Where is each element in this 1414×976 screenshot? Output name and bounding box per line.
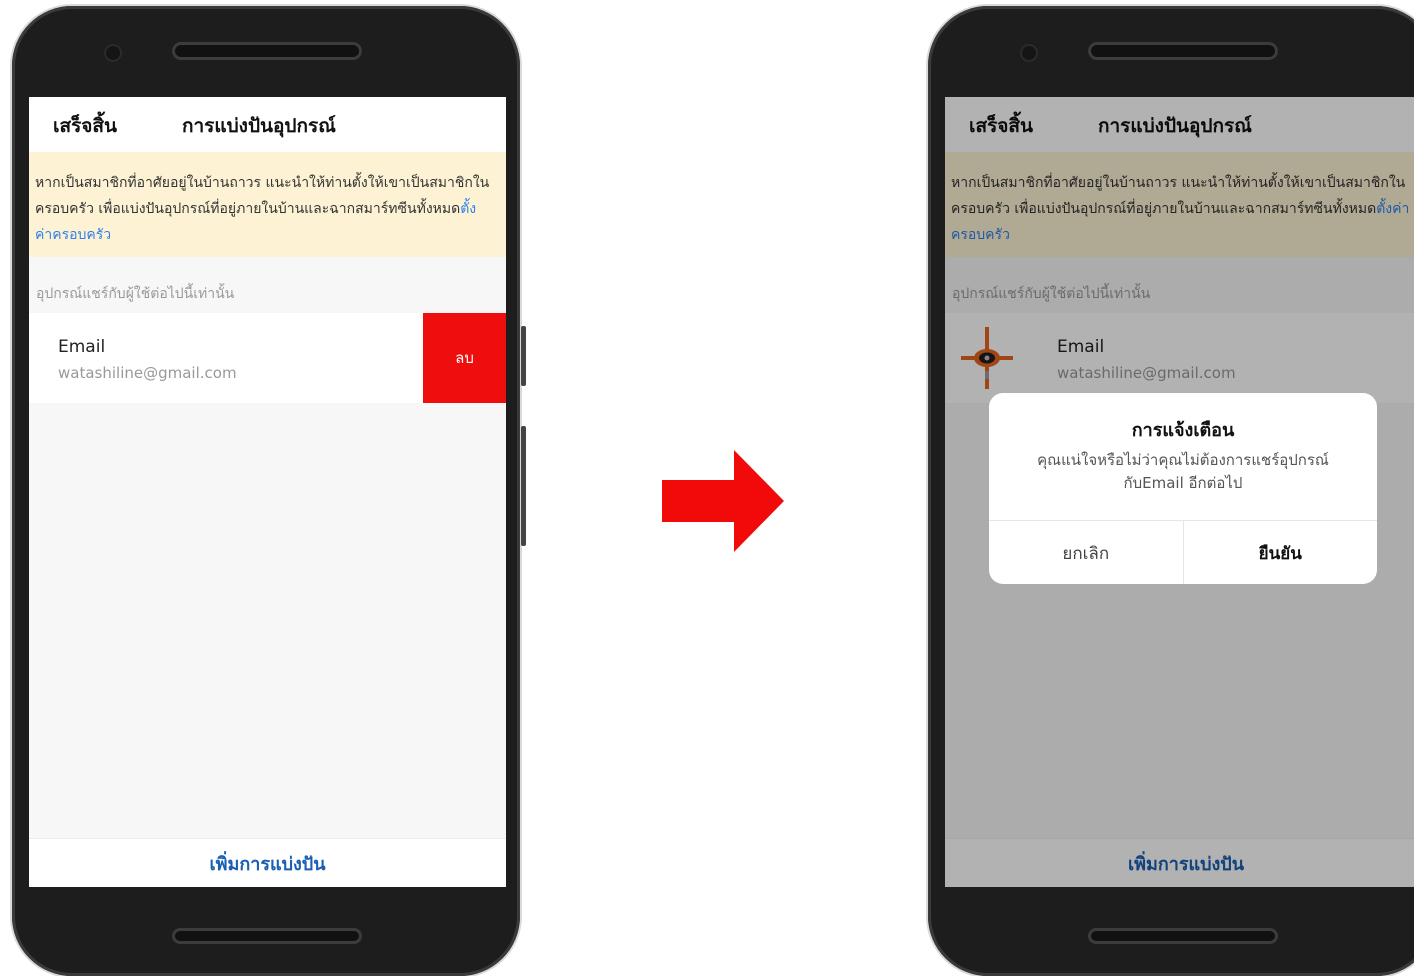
add-share-button[interactable]: เพิ่มการแบ่งปัน: [29, 838, 506, 887]
phone-bottom-bar: [1088, 928, 1278, 944]
dialog-message-line: คุณแน่ใจหรือไม่ว่าคุณไม่ต้องการแชร์อุปกร…: [1037, 451, 1329, 469]
confirm-button[interactable]: ยืนยัน: [1184, 521, 1378, 584]
phone-speaker: [172, 42, 362, 60]
phone-bottom-bar: [172, 928, 362, 944]
volume-button: [521, 326, 526, 386]
phone-after: เสร็จสิ้น การแบ่งปันอุปกรณ์ หากเป็นสมาชิ…: [928, 6, 1414, 976]
shared-users-section-label: อุปกรณ์แชร์กับผู้ใช้ต่อไปนี้เท่านั้น: [36, 286, 235, 302]
screen-before: เสร็จสิ้น การแบ่งปันอุปกรณ์ หากเป็นสมาชิ…: [29, 97, 506, 887]
screen-after: เสร็จสิ้น การแบ่งปันอุปกรณ์ หากเป็นสมาชิ…: [945, 97, 1414, 887]
dialog-message-line: กับEmail อีกต่อไป: [1123, 474, 1243, 492]
phone-speaker: [1088, 42, 1278, 60]
dialog-title: การแจ้งเตือน: [1131, 420, 1235, 441]
done-button[interactable]: เสร็จสิ้น: [53, 111, 117, 141]
family-notice-banner: หากเป็นสมาชิกที่อาศัยอยู่ในบ้านถาวร แนะน…: [29, 152, 506, 257]
power-button: [521, 426, 526, 546]
confirm-dialog: การแจ้งเตือน คุณแน่ใจหรือไม่ว่าคุณไม่ต้อ…: [989, 393, 1377, 584]
right-arrow-icon: [662, 450, 784, 552]
front-camera: [104, 44, 122, 62]
delete-button[interactable]: ลบ: [423, 313, 506, 403]
front-camera: [1020, 44, 1038, 62]
notice-text: หากเป็นสมาชิกที่อาศัยอยู่ในบ้านถาวร แนะน…: [35, 175, 490, 217]
shared-user-email: watashiline@gmail.com: [58, 364, 237, 382]
page-title: การแบ่งปันอุปกรณ์: [182, 115, 336, 137]
cancel-button[interactable]: ยกเลิก: [989, 521, 1184, 584]
dialog-actions: ยกเลิก ยืนยัน: [989, 520, 1377, 584]
nav-bar: เสร็จสิ้น การแบ่งปันอุปกรณ์: [29, 97, 506, 152]
shared-user-name: Email: [58, 337, 106, 357]
dialog-message: คุณแน่ใจหรือไม่ว่าคุณไม่ต้องการแชร์อุปกร…: [1009, 449, 1357, 495]
shared-user-row[interactable]: Email watashiline@gmail.com ลบ: [29, 313, 506, 403]
phone-before: เสร็จสิ้น การแบ่งปันอุปกรณ์ หากเป็นสมาชิ…: [12, 6, 526, 976]
